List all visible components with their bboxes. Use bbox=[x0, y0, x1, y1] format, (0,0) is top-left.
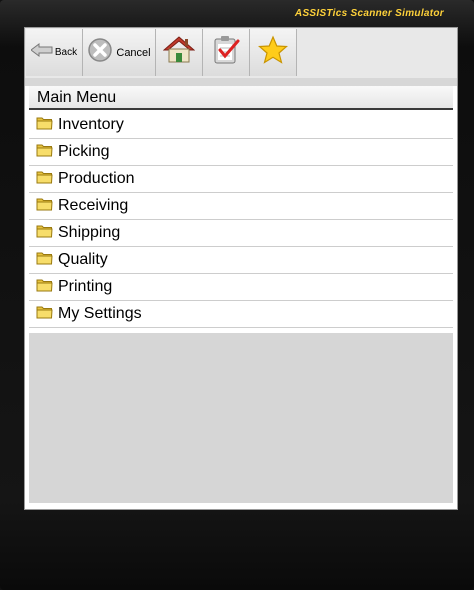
menu-item[interactable]: My Settings bbox=[29, 301, 453, 328]
folder-icon bbox=[36, 170, 53, 189]
back-label: Back bbox=[54, 47, 78, 58]
menu-item[interactable]: Printing bbox=[29, 274, 453, 301]
home-icon bbox=[162, 35, 196, 70]
menu-item-label: Shipping bbox=[58, 224, 121, 241]
cancel-label: Cancel bbox=[116, 46, 151, 59]
toolbar-separator bbox=[25, 78, 457, 86]
tasks-button[interactable] bbox=[203, 29, 250, 76]
folder-icon bbox=[36, 305, 53, 324]
folder-icon bbox=[36, 116, 53, 135]
back-arrow-icon bbox=[30, 43, 53, 62]
folder-icon bbox=[36, 224, 53, 243]
menu-list: Inventory Picking Production Receiving Shipp… bbox=[29, 112, 453, 328]
menu-item[interactable]: Shipping bbox=[29, 220, 453, 247]
device-frame: ASSISTics Scanner Simulator Back Cancel … bbox=[0, 0, 474, 590]
star-icon bbox=[257, 35, 289, 70]
menu-item-label: My Settings bbox=[58, 305, 142, 322]
menu-item[interactable]: Inventory bbox=[29, 112, 453, 139]
folder-icon bbox=[36, 251, 53, 270]
menu-item[interactable]: Production bbox=[29, 166, 453, 193]
menu-item-label: Picking bbox=[58, 143, 110, 160]
menu-item-label: Inventory bbox=[58, 116, 124, 133]
menu-item-label: Printing bbox=[58, 278, 113, 295]
back-button[interactable]: Back bbox=[26, 29, 83, 76]
folder-icon bbox=[36, 197, 53, 216]
menu-item[interactable]: Receiving bbox=[29, 193, 453, 220]
menu-item-label: Receiving bbox=[58, 197, 129, 214]
home-button[interactable] bbox=[156, 29, 203, 76]
menu-item-label: Production bbox=[58, 170, 135, 187]
menu-item[interactable]: Quality bbox=[29, 247, 453, 274]
folder-icon bbox=[36, 278, 53, 297]
menu-item-label: Quality bbox=[58, 251, 108, 268]
menu-title: Main Menu bbox=[29, 86, 453, 110]
toolbar: Back Cancel bbox=[25, 28, 457, 79]
clipboard-check-icon bbox=[212, 35, 240, 70]
cancel-x-icon bbox=[87, 37, 113, 68]
folder-icon bbox=[36, 143, 53, 162]
menu-item[interactable]: Picking bbox=[29, 139, 453, 166]
scanner-screen: Back Cancel Main Menu Inventory Picking … bbox=[24, 27, 458, 510]
empty-area bbox=[29, 333, 453, 503]
favorites-button[interactable] bbox=[250, 29, 297, 76]
app-title: ASSISTics Scanner Simulator bbox=[294, 8, 444, 19]
cancel-button[interactable]: Cancel bbox=[83, 29, 156, 76]
